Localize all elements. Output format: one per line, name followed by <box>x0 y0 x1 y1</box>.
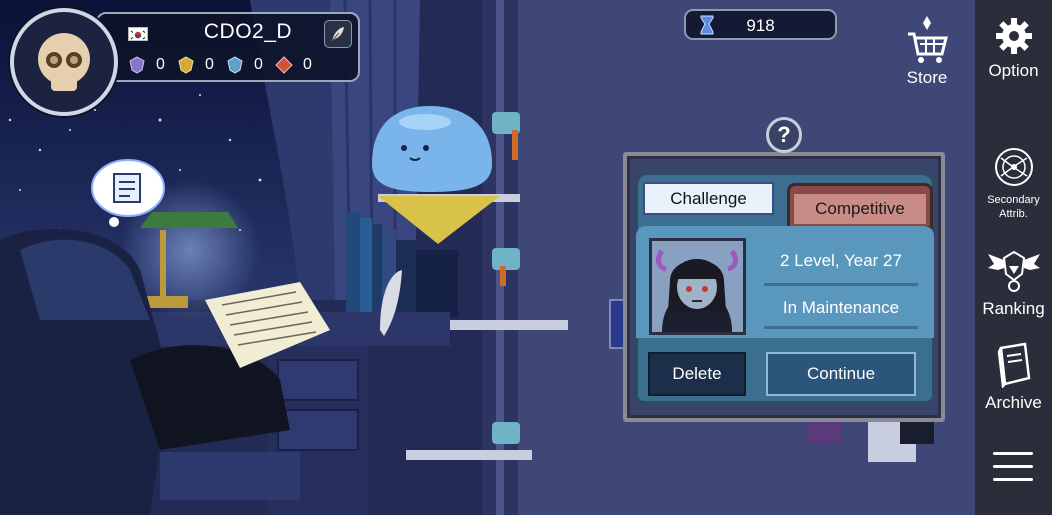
gold-crest-icon <box>178 56 194 74</box>
player-name: CDO2_D <box>203 20 293 43</box>
purple-crest-icon <box>129 56 145 74</box>
stat-purple: 0 <box>128 56 166 74</box>
stat-gold-value: 0 <box>205 56 214 73</box>
secondary-attrib-button[interactable]: Secondary Attrib. <box>975 146 1052 221</box>
stat-gold: 0 <box>177 56 215 74</box>
ranking-button[interactable]: Ranking <box>975 248 1052 319</box>
stat-red-value: 0 <box>303 56 312 73</box>
currency-display[interactable]: 918 <box>684 9 837 40</box>
right-sidebar: Option Secondary Attrib. Ranking Archive <box>975 0 1052 515</box>
edit-profile-button[interactable] <box>324 20 352 48</box>
ranking-label: Ranking <box>982 299 1045 318</box>
stat-blue: 0 <box>226 56 264 74</box>
quest-thought-bubble[interactable] <box>88 158 170 235</box>
secondary-attrib-label: Secondary Attrib. <box>987 194 1040 220</box>
tab-competitive[interactable]: Competitive <box>787 183 933 229</box>
archive-label: Archive <box>985 393 1042 412</box>
info-divider <box>764 326 918 329</box>
blue-crest-icon <box>227 56 243 74</box>
stat-blue-value: 0 <box>254 56 263 73</box>
shopping-cart-icon <box>908 16 948 63</box>
quill-pen-icon <box>331 27 344 42</box>
store-label: Store <box>906 68 948 87</box>
mandala-icon <box>994 148 1033 186</box>
skull-icon <box>38 33 90 91</box>
gear-icon <box>995 18 1032 54</box>
store-button[interactable]: Store <box>898 14 956 90</box>
save-level-year: 2 Level, Year 27 <box>780 251 902 270</box>
notepad-icon <box>91 159 165 227</box>
tab-competitive-label: Competitive <box>794 194 926 224</box>
delete-button[interactable]: Delete <box>648 352 746 396</box>
currency-value: 918 <box>746 16 775 35</box>
option-button[interactable]: Option <box>975 16 1052 81</box>
hamburger-menu-icon[interactable] <box>993 452 1033 484</box>
character-portrait <box>649 238 746 335</box>
winged-crest-icon <box>987 250 1040 292</box>
continue-button[interactable]: Continue <box>766 352 916 396</box>
red-crest-icon <box>275 56 293 74</box>
option-label: Option <box>988 61 1039 80</box>
archive-button[interactable]: Archive <box>975 342 1052 413</box>
info-divider <box>764 283 918 286</box>
stat-purple-value: 0 <box>156 56 165 73</box>
save-status: In Maintenance <box>782 298 900 317</box>
character-portrait-image <box>652 241 743 332</box>
help-button[interactable]: ? <box>766 117 802 153</box>
player-stats: 0 0 0 0 <box>128 56 313 74</box>
player-info-bar: CDO2_D 0 0 0 0 <box>96 12 360 82</box>
stat-red: 0 <box>275 56 313 74</box>
tab-challenge[interactable]: Challenge <box>643 182 774 215</box>
player-avatar[interactable] <box>10 8 118 116</box>
korea-flag-icon <box>128 27 148 41</box>
book-icon <box>997 342 1030 389</box>
